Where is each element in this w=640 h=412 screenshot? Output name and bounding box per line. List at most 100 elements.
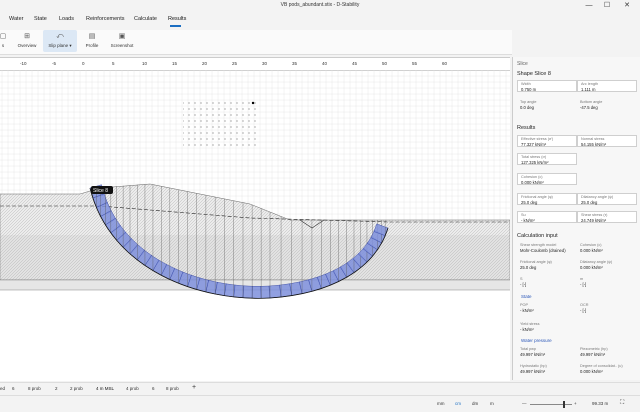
pop-field: POP - kN/m² — [520, 303, 534, 313]
slice-force — [242, 285, 253, 299]
cohesion-field: Cohesion (c) 0.000 kN/m² — [517, 173, 577, 185]
menu-bar: Water State Loads Reinforcements Calcula… — [0, 12, 640, 27]
ruler-tick: 5 — [112, 61, 115, 66]
calc-dilatancy-field: Dilatancy angle (ψ) 0.000 kN/m² — [580, 260, 613, 270]
state-subtitle: State — [521, 294, 532, 299]
ruler-tick: 15 — [172, 61, 178, 66]
menu-water[interactable]: Water — [9, 16, 23, 22]
ruler-tick: 25 — [232, 61, 238, 66]
screenshot-button[interactable]: ▣ Screenshot — [108, 30, 136, 52]
bottom-angle-field: Bottom angle -47.5 deg — [580, 100, 603, 110]
slice-tooltip-text: Slice 8 — [93, 188, 108, 194]
overview-button[interactable]: ⊞ Overview — [14, 30, 40, 52]
ruler-tick: 20 — [202, 61, 208, 66]
stage-tab[interactable]: 6 — [152, 386, 155, 391]
slice-force — [268, 284, 282, 299]
frictional-angle-field: Frictional angle (φ) 25.0 deg — [517, 193, 577, 205]
slice-force — [233, 284, 245, 299]
overview-icon: ⊞ — [24, 33, 30, 40]
ruler-tick: 60 — [442, 61, 448, 66]
stage-tab[interactable]: ed — [0, 386, 5, 391]
profile-button[interactable]: ▤ Profile — [82, 30, 102, 52]
ribbon-button-s[interactable]: ▢ s — [0, 30, 10, 52]
stage-tab[interactable]: 8 prob — [166, 386, 179, 391]
slip-plane-icon: ⤺ — [56, 33, 64, 40]
slip-circle-centre-grid — [183, 100, 258, 150]
unit-dm[interactable]: dm — [472, 401, 478, 406]
ribbon-label: Slip plane — [48, 43, 69, 48]
ruler-tick: 0 — [82, 61, 85, 66]
critical-centre-point — [251, 101, 255, 105]
deep-layer — [0, 290, 510, 381]
maximize-button[interactable]: ☐ — [600, 1, 614, 11]
drawing-canvas[interactable]: -10 -5 0 5 10 15 20 25 30 35 40 45 50 55… — [0, 57, 510, 381]
menu-loads[interactable]: Loads — [59, 16, 74, 22]
geometry-view[interactable]: Slice 8 — [0, 70, 510, 381]
calc-input-section-title: Calculation input — [517, 233, 558, 239]
minimize-button[interactable]: — — [582, 1, 596, 11]
window-title: VB pods_abundant.stix - D-Stability — [280, 2, 360, 8]
ribbon-toolbar: ▢ s ⊞ Overview ⤺ Slip plane ▾ ▤ Profile … — [0, 30, 512, 55]
status-bar: mm cm dm m — + 99.33 m ⛶ — [0, 395, 640, 412]
ruler-tick: 55 — [412, 61, 418, 66]
s-field: S- [-] — [520, 277, 527, 287]
unit-mm[interactable]: mm — [437, 401, 445, 406]
ruler-tick: -5 — [52, 61, 57, 66]
view-icon: ▢ — [0, 33, 7, 40]
ruler-tick: 35 — [292, 61, 298, 66]
zoom-level: 99.33 m — [592, 401, 609, 406]
piezometric-field: Piezometric (hp) 49.997 kN/m² — [580, 347, 608, 357]
menu-calculate[interactable]: Calculate — [134, 16, 157, 22]
hydrostatic-field: Hydrostatic (hp) 49.997 kN/m² — [520, 364, 547, 374]
menu-results[interactable]: Results — [168, 16, 186, 22]
zoom-slider-thumb[interactable] — [563, 401, 565, 408]
zoom-out-button[interactable]: — — [522, 401, 527, 406]
slice-force — [251, 286, 262, 299]
ruler-tick: 30 — [262, 61, 268, 66]
panel-header: Slice — [517, 61, 528, 67]
width-field: Width 0.750 m — [517, 80, 577, 92]
zoom-slider-track[interactable] — [530, 404, 572, 405]
ocr-field: OCR - [-] — [580, 303, 589, 313]
menu-reinforcements[interactable]: Reinforcements — [86, 16, 125, 22]
stage-tab[interactable]: 2 — [55, 386, 58, 391]
stage-tab[interactable]: 8 prob — [28, 386, 41, 391]
water-pressure-subtitle: Water pressure — [521, 338, 552, 343]
ribbon-label: Profile — [85, 43, 99, 48]
unit-m[interactable]: m — [490, 401, 494, 406]
stage-tab[interactable]: 2 prob — [70, 386, 83, 391]
ruler-tick: 50 — [382, 61, 388, 66]
fit-icon[interactable]: ⛶ — [620, 400, 624, 407]
shape-section-title: Shape Slice 8 — [517, 71, 551, 77]
normal-stress-field: Normal stress 54.155 kN/m² — [577, 135, 637, 147]
yield-stress-field: Yield stress - kN/m² — [520, 322, 540, 332]
ribbon-label: Overview — [17, 43, 37, 48]
ruler-tick: 40 — [322, 61, 328, 66]
stage-tabs: ed 6 8 prob 2 2 prob 4 m MSL 4 prob 6 8 … — [0, 382, 640, 395]
total-stress-field: Total stress (σ) 127.325 kN/m² — [517, 153, 577, 165]
shear-model-field: Shear strength model Mohr-Coulomb (draine… — [520, 243, 566, 253]
screenshot-icon: ▣ — [118, 33, 126, 40]
unit-cm[interactable]: cm — [455, 401, 461, 406]
arc-length-field: Arc length 1.111 m — [577, 80, 637, 92]
stage-tab-active[interactable]: 4 m MSL — [96, 386, 114, 391]
slip-plane-button[interactable]: ⤺ Slip plane ▾ — [43, 30, 77, 52]
ruler-tick: -10 — [20, 61, 27, 66]
shear-stress-field: Shear stress (τ) 24.749 kN/m² — [577, 211, 637, 223]
properties-panel: Slice Shape Slice 8 Width 0.750 m Arc len… — [512, 57, 640, 380]
effective-stress-field: Effective stress (σ') 77.327 kN/m² — [517, 135, 577, 147]
calc-friction-field: Frictional angle (φ) 25.0 deg — [520, 260, 552, 270]
top-angle-field: Top angle 0.0 deg — [520, 100, 537, 110]
zoom-in-button[interactable]: + — [574, 401, 577, 406]
menu-state[interactable]: State — [34, 16, 47, 22]
clay-layer — [0, 235, 510, 280]
ruler-tick: 45 — [352, 61, 358, 66]
add-stage-button[interactable]: + — [192, 384, 196, 391]
m-field: m- [-] — [580, 277, 587, 287]
stage-tab[interactable]: 6 — [12, 386, 15, 391]
stage-tab[interactable]: 4 prob — [126, 386, 139, 391]
total-pwp-field: Total pwp 49.997 kN/m² — [520, 347, 546, 357]
results-section-title: Results — [517, 125, 536, 131]
close-button[interactable]: ✕ — [620, 1, 634, 11]
calc-cohesion-field: Cohesion (c) 0.000 kN/m² — [580, 243, 603, 253]
